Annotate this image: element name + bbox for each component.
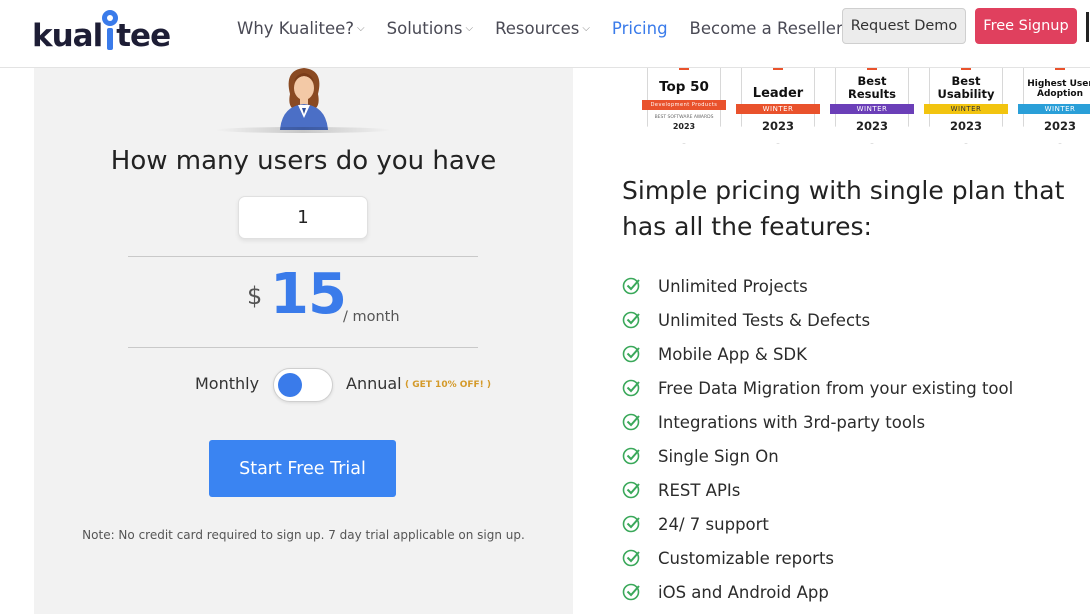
award-badge-best-usability: Best Usability WINTER 2023 — [924, 64, 1008, 146]
price-period: / month — [343, 309, 400, 325]
award-badge-top50: Top 50 Development Products BEST SOFTWAR… — [642, 64, 726, 146]
feature-item: Mobile App & SDK — [622, 342, 807, 366]
badge-subtitle: BEST SOFTWARE AWARDS — [654, 115, 714, 120]
divider — [128, 347, 478, 348]
avatar-shadow — [215, 127, 391, 133]
badge-title: Highest User — [1027, 79, 1090, 89]
nav-solutions[interactable]: Solutions ⌵ — [387, 19, 473, 38]
logo-text-end: tee — [116, 18, 171, 54]
user-avatar-icon — [280, 68, 328, 130]
check-circle-icon — [622, 311, 640, 329]
feature-item: iOS and Android App — [622, 580, 829, 604]
main-nav: Why Kualitee? ⌵ Solutions ⌵ Resources ⌵ Pri… — [237, 19, 843, 38]
feature-text: Free Data Migration from your existing t… — [658, 378, 1014, 398]
check-circle-icon — [622, 447, 640, 465]
feature-text: Unlimited Tests & Defects — [658, 310, 871, 330]
check-circle-icon — [622, 379, 640, 397]
check-circle-icon — [622, 413, 640, 431]
feature-text: Unlimited Projects — [658, 276, 808, 296]
feature-item: Free Data Migration from your existing t… — [622, 376, 1013, 400]
badge-title: Best — [951, 74, 981, 88]
badge-title: Best — [857, 74, 887, 88]
badge-year: 2023 — [1043, 119, 1076, 133]
nav-label: Why Kualitee? — [237, 19, 355, 38]
badge-ribbon: WINTER — [736, 104, 820, 114]
feature-text: REST APIs — [658, 480, 741, 500]
annual-discount-label: ( GET 10% OFF! ) — [405, 380, 492, 390]
badge-ribbon: Development Products — [642, 100, 726, 110]
award-badge-best-results: Best Results WINTER 2023 — [830, 64, 914, 146]
check-circle-icon — [622, 583, 640, 601]
award-badge-leader: Leader WINTER 2023 — [736, 64, 820, 146]
users-count-input[interactable]: 1 — [238, 196, 368, 239]
features-headline: Simple pricing with single plan that has… — [622, 176, 1065, 241]
badge-year: 2023 — [949, 119, 982, 133]
chevron-down-icon: ⌵ — [582, 23, 590, 34]
feature-text: Single Sign On — [658, 446, 779, 466]
chevron-down-icon: ⌵ — [465, 23, 474, 34]
logo-pin-icon — [102, 10, 119, 58]
feature-item: REST APIs — [622, 478, 740, 502]
feature-item: Unlimited Tests & Defects — [622, 308, 870, 332]
logo-text-start: kual — [32, 18, 103, 54]
badge-ribbon: WINTER — [924, 104, 1008, 114]
check-circle-icon — [622, 549, 640, 567]
nav-label: Become a Reseller — [689, 19, 843, 38]
nav-resources[interactable]: Resources ⌵ — [495, 19, 590, 38]
badge-title-line2: Results — [848, 87, 896, 101]
feature-text: iOS and Android App — [658, 582, 829, 602]
feature-item: Unlimited Projects — [622, 274, 808, 298]
billing-annual-label[interactable]: Annual — [346, 374, 402, 393]
feature-item: Integrations with 3rd-party tools — [622, 410, 925, 434]
nav-pricing[interactable]: Pricing — [612, 19, 668, 38]
nav-label: Resources — [495, 19, 580, 38]
kualitee-logo[interactable]: kual tee — [32, 8, 171, 58]
check-circle-icon — [622, 277, 640, 295]
site-header: kual tee Why Kualitee? ⌵ Solutions ⌵ Resou… — [0, 0, 1090, 68]
start-free-trial-button[interactable]: Start Free Trial — [209, 440, 396, 497]
badge-ribbon: WINTER — [830, 104, 914, 114]
check-circle-icon — [622, 345, 640, 363]
check-circle-icon — [622, 481, 640, 499]
badge-title-line2: Usability — [937, 87, 995, 101]
feature-item: 24/ 7 support — [622, 512, 769, 536]
badge-title-line2: Adoption — [1036, 89, 1083, 99]
free-signup-button[interactable]: Free Signup — [975, 8, 1077, 44]
badge-year: 2023 — [672, 122, 696, 131]
check-circle-icon — [622, 515, 640, 533]
feature-item: Customizable reports — [622, 546, 834, 570]
billing-toggle[interactable] — [273, 368, 333, 402]
price-value: 15 — [270, 262, 347, 327]
toggle-knob — [278, 373, 302, 397]
feature-item: Single Sign On — [622, 444, 779, 468]
badge-title: Top 50 — [659, 79, 709, 95]
nav-label: Pricing — [611, 19, 668, 38]
header-divider — [1086, 12, 1089, 42]
divider — [128, 256, 478, 257]
trial-note: Note: No credit card required to sign up… — [82, 528, 525, 542]
users-question: How many users do you have — [110, 146, 497, 176]
currency-symbol: $ — [247, 282, 263, 310]
feature-text: Customizable reports — [658, 548, 835, 568]
nav-label: Solutions — [386, 19, 463, 38]
badge-ribbon: WINTER — [1018, 104, 1090, 114]
award-badge-highest-adoption: Highest User Adoption WINTER 2023 — [1018, 64, 1090, 146]
chevron-down-icon: ⌵ — [357, 23, 365, 34]
nav-why-kualitee[interactable]: Why Kualitee? ⌵ — [237, 19, 365, 38]
badge-year: 2023 — [855, 119, 888, 133]
feature-text: Integrations with 3rd-party tools — [658, 412, 926, 432]
nav-become-reseller[interactable]: Become a Reseller — [690, 19, 843, 38]
request-demo-button[interactable]: Request Demo — [842, 8, 966, 44]
feature-text: Mobile App & SDK — [658, 344, 807, 364]
feature-text: 24/ 7 support — [658, 514, 769, 534]
badge-year: 2023 — [761, 119, 794, 133]
billing-monthly-label[interactable]: Monthly — [195, 374, 259, 393]
badge-title: Leader — [752, 86, 804, 101]
